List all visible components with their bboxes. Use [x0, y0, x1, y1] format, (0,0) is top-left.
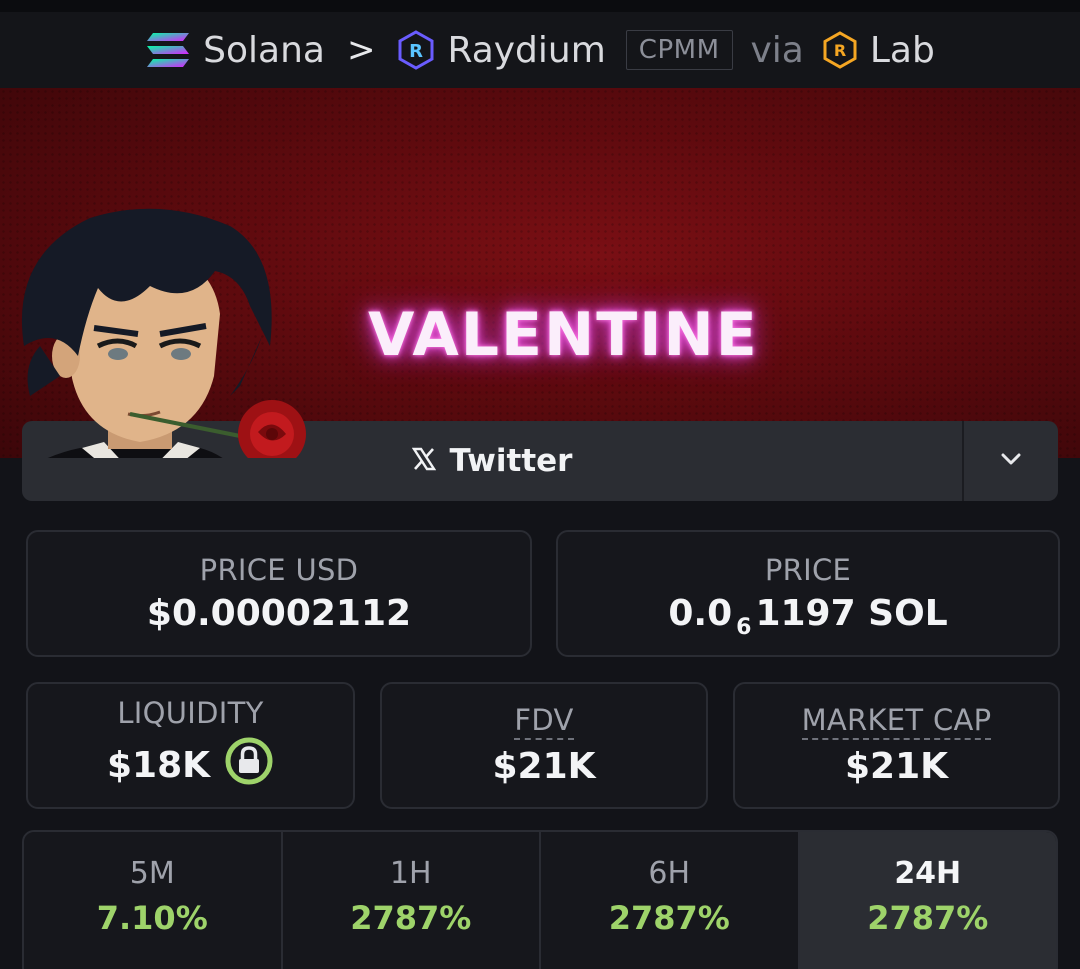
breadcrumb-launchpad[interactable]: R Lab [822, 30, 935, 71]
fdv-label[interactable]: FDV [514, 703, 574, 740]
breadcrumb-dex[interactable]: R Raydium [397, 29, 606, 71]
tab-label: 24H [894, 856, 962, 891]
tab-label: 6H [648, 856, 691, 891]
twitter-label: Twitter [449, 443, 573, 479]
solana-icon [145, 31, 191, 69]
market-cap-value: $21K [844, 745, 949, 787]
x-logo-icon [411, 443, 436, 479]
tab-change-value: 2787% [608, 899, 730, 937]
price-sol-card: PRICE 0.0 6 1197 SOL [556, 530, 1060, 657]
price-usd-value: $0.00002112 [146, 593, 412, 634]
raydium-icon: R [397, 30, 435, 70]
character-portrait [21, 208, 306, 458]
price-usd-card: PRICE USD $0.00002112 [26, 530, 532, 657]
tab-1h[interactable]: 1H 2787% [283, 832, 541, 969]
breadcrumb-separator: > [346, 30, 376, 70]
liquidity-value-row: $18K [107, 736, 274, 795]
market-cap-label[interactable]: MARKET CAP [801, 703, 992, 740]
svg-text:R: R [410, 41, 424, 62]
svg-text:R: R [834, 41, 846, 60]
price-usd-label: PRICE USD [199, 553, 359, 587]
lab-icon: R [822, 31, 858, 69]
price-sol-zero-count: 6 [736, 615, 752, 640]
liquidity-value: $18K [106, 745, 211, 786]
liquidity-card: LIQUIDITY $18K [26, 682, 355, 809]
lock-icon[interactable] [224, 736, 274, 795]
chevron-down-icon [999, 451, 1023, 471]
breadcrumb-chain-label: Solana [203, 29, 325, 71]
socials-dropdown-button[interactable] [964, 421, 1058, 501]
tab-24h[interactable]: 24H 2787% [799, 832, 1056, 969]
breadcrumb-dex-label: Raydium [447, 29, 606, 71]
fdv-card: FDV $21K [380, 682, 708, 809]
via-label: via [750, 29, 804, 71]
breadcrumb-chain[interactable]: Solana [145, 30, 325, 71]
fdv-value: $21K [492, 745, 596, 787]
tab-change-value: 2787% [867, 899, 989, 937]
price-sol-value: 0.0 6 1197 SOL [668, 593, 948, 640]
market-cap-card: MARKET CAP $21K [733, 682, 1060, 809]
tab-change-value: 7.10% [96, 899, 208, 937]
liquidity-label: LIQUIDITY [117, 696, 264, 730]
tab-6h[interactable]: 6H 2787% [541, 832, 800, 969]
banner-title: VALENTINE [368, 300, 759, 370]
price-sol-label: PRICE [764, 553, 852, 587]
top-status-strip [0, 0, 1080, 12]
tab-label: 1H [389, 856, 432, 891]
tab-change-value: 2787% [350, 899, 472, 937]
price-sol-prefix: 0.0 [668, 593, 733, 634]
price-change-tabs: 5M 7.10% 1H 2787% 6H 2787% 24H 2787% [22, 830, 1058, 969]
breadcrumb-launchpad-label: Lab [869, 29, 935, 71]
pool-type-badge: CPMM [625, 30, 733, 70]
tab-5m[interactable]: 5M 7.10% [24, 832, 283, 969]
token-banner: VALENTINE [0, 88, 1080, 458]
tab-label: 5M [129, 856, 175, 891]
price-sol-suffix: 1197 SOL [755, 593, 948, 634]
breadcrumb: Solana > R Raydium CPMM via R Lab [0, 12, 1080, 88]
